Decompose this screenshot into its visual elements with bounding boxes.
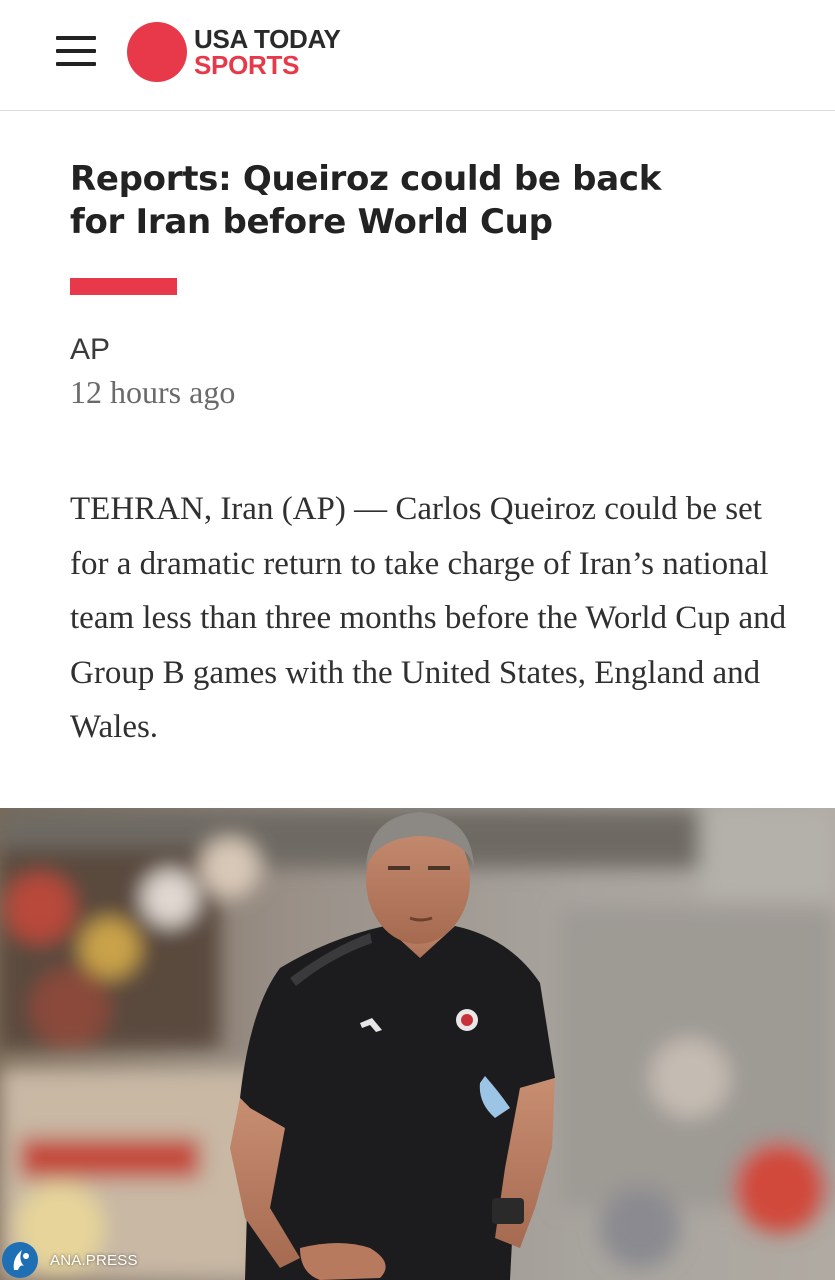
usa-today-sports-logo[interactable]: USA TODAY SPORTS xyxy=(127,22,341,82)
article-timestamp: 12 hours ago xyxy=(70,374,236,410)
site-header: USA TODAY SPORTS xyxy=(0,0,835,111)
headline-accent-bar xyxy=(70,278,177,295)
brand-line2: SPORTS xyxy=(194,50,300,80)
article-byline[interactable]: AP xyxy=(70,333,110,367)
logo-wordmark: USA TODAY SPORTS xyxy=(194,26,341,78)
logo-dot-icon xyxy=(127,22,187,82)
ana-press-watermark: ANA.PRESS xyxy=(0,1240,138,1280)
ana-press-logo-icon xyxy=(2,1242,38,1278)
watermark-label: ANA.PRESS xyxy=(50,1251,138,1269)
hamburger-menu-icon[interactable] xyxy=(56,34,96,68)
article-headline: Reports: Queiroz could be back for Iran … xyxy=(70,159,662,242)
article-body-paragraph: TEHRAN, Iran (AP) — Carlos Queiroz could… xyxy=(70,491,787,745)
article-photo[interactable] xyxy=(0,808,835,1280)
brand-line1: USA TODAY xyxy=(194,24,341,54)
